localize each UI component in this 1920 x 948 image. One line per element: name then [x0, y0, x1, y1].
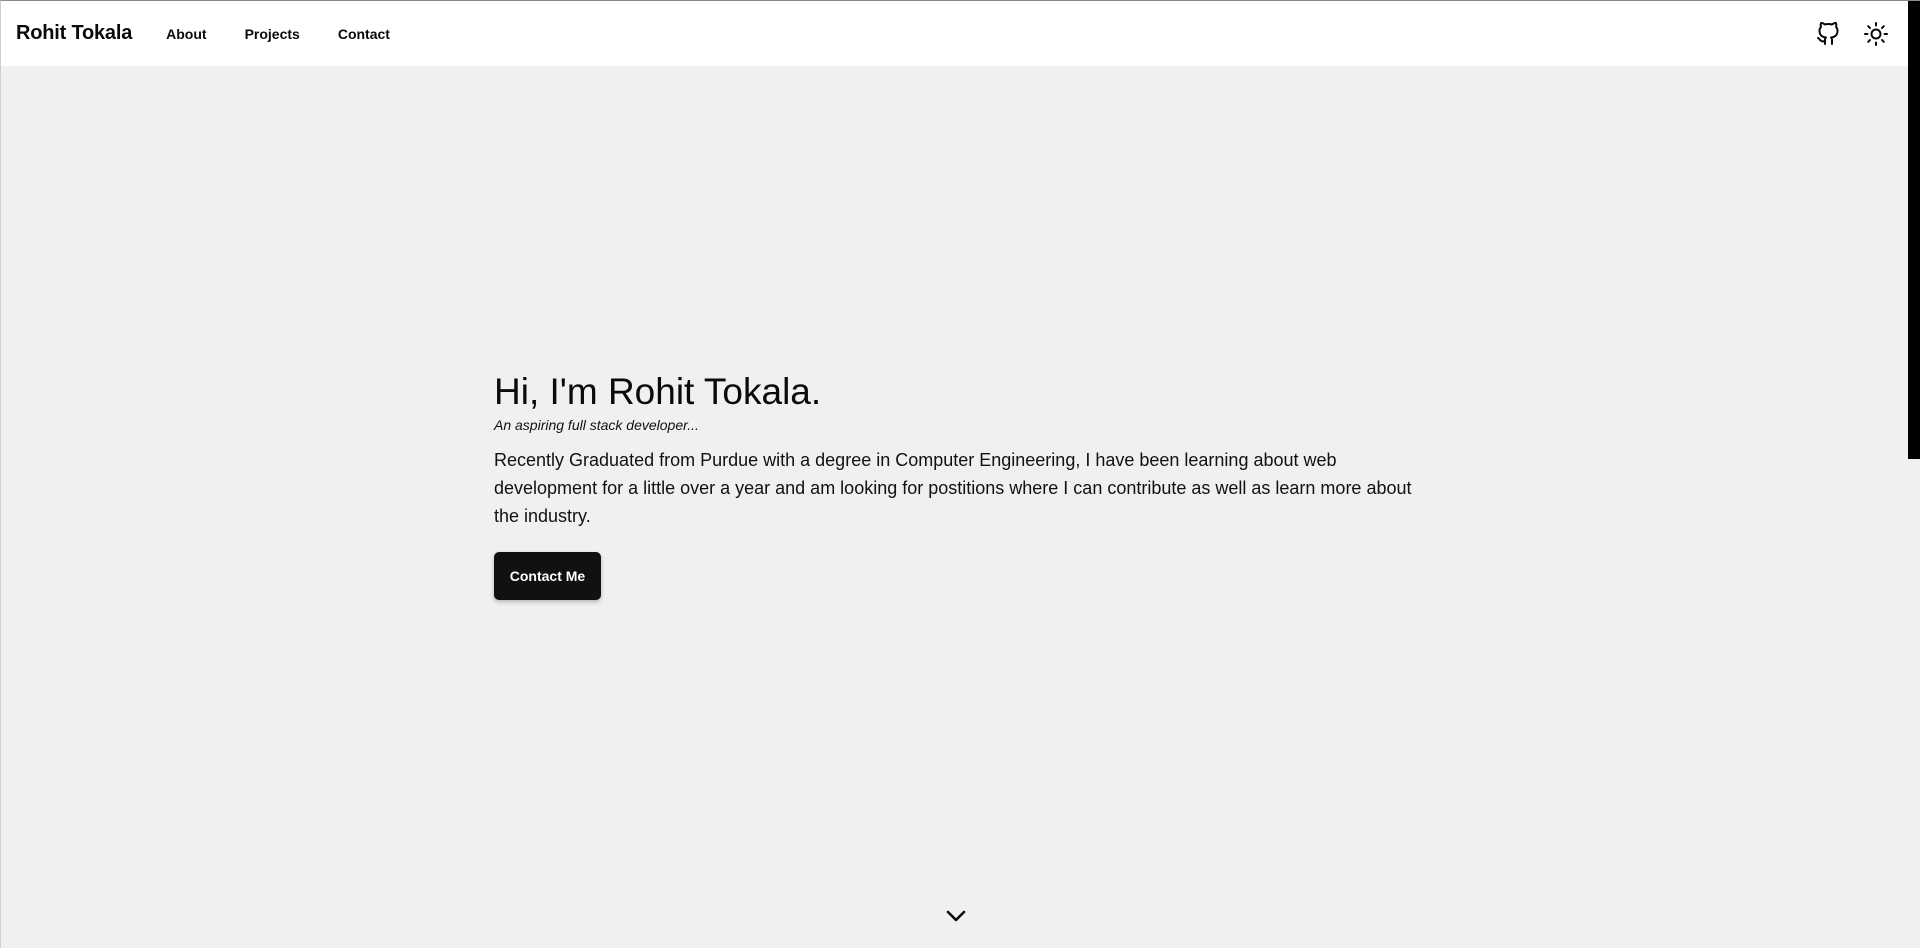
nav-link-about[interactable]: About: [166, 26, 206, 42]
nav-link-projects[interactable]: Projects: [245, 26, 300, 42]
page: Rohit Tokala About Projects Contact Hi, …: [0, 0, 1920, 948]
theme-toggle-button[interactable]: [1863, 21, 1889, 47]
main-nav: About Projects Contact: [166, 26, 390, 42]
hero-intro-text: Recently Graduated from Purdue with a de…: [494, 450, 1412, 526]
header-actions: [1815, 1, 1889, 66]
chevron-down-icon: [946, 910, 966, 922]
contact-me-button[interactable]: Contact Me: [494, 552, 601, 600]
scrollbar-thumb[interactable]: [1908, 1, 1920, 459]
hero-tagline: An aspiring full stack developer...: [494, 417, 699, 433]
hero-section: Hi, I'm Rohit Tokala. An aspiring full s…: [494, 370, 1424, 600]
github-icon: [1817, 21, 1839, 45]
brand-logo-link[interactable]: Rohit Tokala: [16, 22, 132, 45]
github-link-button[interactable]: [1815, 21, 1841, 47]
sun-icon: [1864, 21, 1888, 46]
hero-title: Hi, I'm Rohit Tokala.: [494, 371, 822, 412]
top-navbar: Rohit Tokala About Projects Contact: [1, 1, 1909, 66]
page-scrollbar[interactable]: [1908, 1, 1920, 948]
nav-link-contact[interactable]: Contact: [338, 26, 390, 42]
scroll-down-button[interactable]: [944, 906, 968, 926]
